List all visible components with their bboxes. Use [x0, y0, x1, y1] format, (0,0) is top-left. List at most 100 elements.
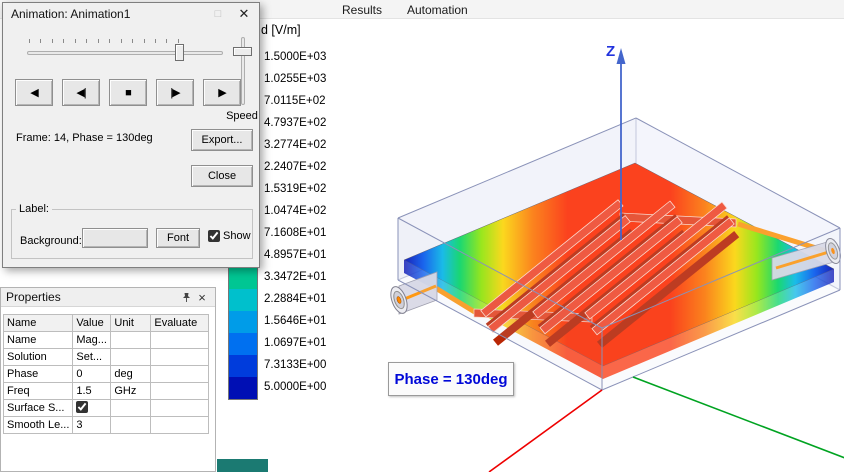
- status-fragment: [217, 459, 268, 472]
- show-checkbox-row[interactable]: Show: [208, 230, 251, 242]
- background-label: Background:: [20, 235, 82, 247]
- property-row: Smooth Le... 3: [2, 416, 210, 434]
- property-evaluate-cell: [150, 382, 210, 400]
- column-header[interactable]: Name: [2, 314, 74, 332]
- property-value-cell[interactable]: Mag...: [72, 331, 112, 349]
- frame-slider[interactable]: [25, 37, 225, 63]
- legend-value: 7.0115E+02: [264, 95, 326, 107]
- property-name-cell: Surface S...: [2, 399, 74, 417]
- maximize-icon: □: [214, 7, 222, 20]
- legend-value: 2.2884E+01: [264, 293, 327, 305]
- legend-value: 1.5646E+01: [264, 315, 327, 327]
- property-unit-cell: [110, 348, 152, 366]
- pin-icon[interactable]: [178, 292, 194, 303]
- background-color-button[interactable]: [82, 228, 148, 248]
- y-axis: [632, 376, 844, 459]
- legend-value: 3.2774E+02: [264, 139, 327, 151]
- speed-label: Speed: [226, 110, 258, 122]
- slider-ticks: [29, 39, 179, 43]
- property-name-cell: Phase: [2, 365, 74, 383]
- show-label: Show: [223, 230, 251, 242]
- properties-header: Properties ×: [1, 288, 215, 307]
- property-name-cell: Name: [2, 331, 74, 349]
- play-reverse-button[interactable]: ◀: [15, 79, 53, 106]
- playback-controls: ◀ ◀| ■ |▶ ▶: [15, 79, 241, 106]
- property-evaluate-cell: [150, 365, 210, 383]
- legend-values: 1.5000E+03 1.0255E+03 7.0115E+02 4.7937E+02…: [264, 46, 326, 398]
- label-group: Label: Background: Font Show: [11, 203, 253, 259]
- dialog-title: Animation: Animation1: [11, 6, 131, 21]
- x-axis: [488, 389, 603, 472]
- legend-value: 1.0255E+03: [264, 73, 327, 85]
- property-row: Phase 0 deg: [2, 365, 210, 383]
- step-forward-button[interactable]: |▶: [156, 79, 194, 106]
- menu-item-results[interactable]: Results: [338, 2, 386, 18]
- property-value-cell[interactable]: [72, 399, 112, 417]
- property-checkbox[interactable]: [76, 400, 89, 413]
- stop-button[interactable]: ■: [109, 79, 147, 106]
- application-window: Results Automation Z d [V/m] 1.5000E+03 …: [0, 0, 844, 472]
- phase-annotation: Phase = 130deg: [388, 362, 514, 396]
- property-evaluate-cell: [150, 348, 210, 366]
- bounding-box-front: [397, 117, 841, 391]
- legend-color-block: [229, 355, 257, 377]
- legend-value: 3.3472E+01: [264, 271, 327, 283]
- property-evaluate-cell: [150, 416, 210, 434]
- property-value-cell[interactable]: 3: [72, 416, 112, 434]
- step-back-button[interactable]: ◀|: [62, 79, 100, 106]
- legend-color-block: [229, 333, 257, 355]
- property-row: Solution Set...: [2, 348, 210, 366]
- legend-value: 2.2407E+02: [264, 161, 327, 173]
- property-evaluate-cell: [150, 399, 210, 417]
- show-checkbox[interactable]: [208, 230, 220, 242]
- property-value-cell[interactable]: Set...: [72, 348, 112, 366]
- properties-panel: Properties × Name Value Unit Evaluate Name Ma…: [0, 287, 216, 472]
- close-icon[interactable]: ✕: [231, 5, 257, 22]
- frame-slider-thumb[interactable]: [175, 44, 184, 61]
- legend-value: 1.5319E+02: [264, 183, 327, 195]
- close-icon[interactable]: ×: [194, 290, 210, 305]
- dialog-title-bar[interactable]: Animation: Animation1 □ ✕: [3, 3, 259, 24]
- frame-info: Frame: 14, Phase = 130deg: [16, 132, 153, 144]
- font-button[interactable]: Font: [156, 228, 200, 248]
- property-unit-cell: [110, 331, 152, 349]
- legend-value: 1.0474E+02: [264, 205, 327, 217]
- column-header[interactable]: Evaluate: [150, 314, 210, 332]
- property-row: Name Mag...: [2, 331, 210, 349]
- dialog-close-button[interactable]: Close: [191, 165, 253, 187]
- play-forward-button[interactable]: ▶: [203, 79, 241, 106]
- label-group-title: Label:: [19, 203, 49, 215]
- property-unit-cell: GHz: [110, 382, 152, 400]
- legend-value: 1.5000E+03: [264, 51, 327, 63]
- property-unit-cell: [110, 416, 152, 434]
- property-value-cell[interactable]: 0: [72, 365, 112, 383]
- column-header[interactable]: Value: [72, 314, 112, 332]
- properties-title: Properties: [6, 290, 61, 304]
- speed-slider-thumb[interactable]: [233, 47, 252, 56]
- legend-value: 7.1608E+01: [264, 227, 327, 239]
- legend-title: d [V/m]: [261, 23, 301, 37]
- property-name-cell: Solution: [2, 348, 74, 366]
- legend-value: 4.7937E+02: [264, 117, 327, 129]
- properties-table: Name Value Unit Evaluate Name Mag... Solution S…: [2, 314, 210, 434]
- legend-value: 5.0000E+00: [264, 381, 327, 393]
- menu-item-automation[interactable]: Automation: [403, 2, 472, 18]
- animation-dialog: Animation: Animation1 □ ✕ Speed ◀ ◀| ■ |▶ ▶ …: [2, 2, 260, 268]
- column-header[interactable]: Unit: [110, 314, 152, 332]
- property-name-cell: Smooth Le...: [2, 416, 74, 434]
- property-name-cell: Freq: [2, 382, 74, 400]
- property-row: Freq 1.5 GHz: [2, 382, 210, 400]
- legend-value: 7.3133E+00: [264, 359, 327, 371]
- property-row: Surface S...: [2, 399, 210, 417]
- z-axis-label: Z: [606, 43, 615, 60]
- frame-slider-track[interactable]: [27, 51, 223, 55]
- export-button[interactable]: Export...: [191, 129, 253, 151]
- property-unit-cell: deg: [110, 365, 152, 383]
- property-unit-cell: [110, 399, 152, 417]
- legend-color-block: [229, 267, 257, 289]
- legend-color-block: [229, 377, 257, 399]
- property-value-cell[interactable]: 1.5: [72, 382, 112, 400]
- legend-value: 4.8957E+01: [264, 249, 327, 261]
- legend-color-block: [229, 311, 257, 333]
- legend-value: 1.0697E+01: [264, 337, 327, 349]
